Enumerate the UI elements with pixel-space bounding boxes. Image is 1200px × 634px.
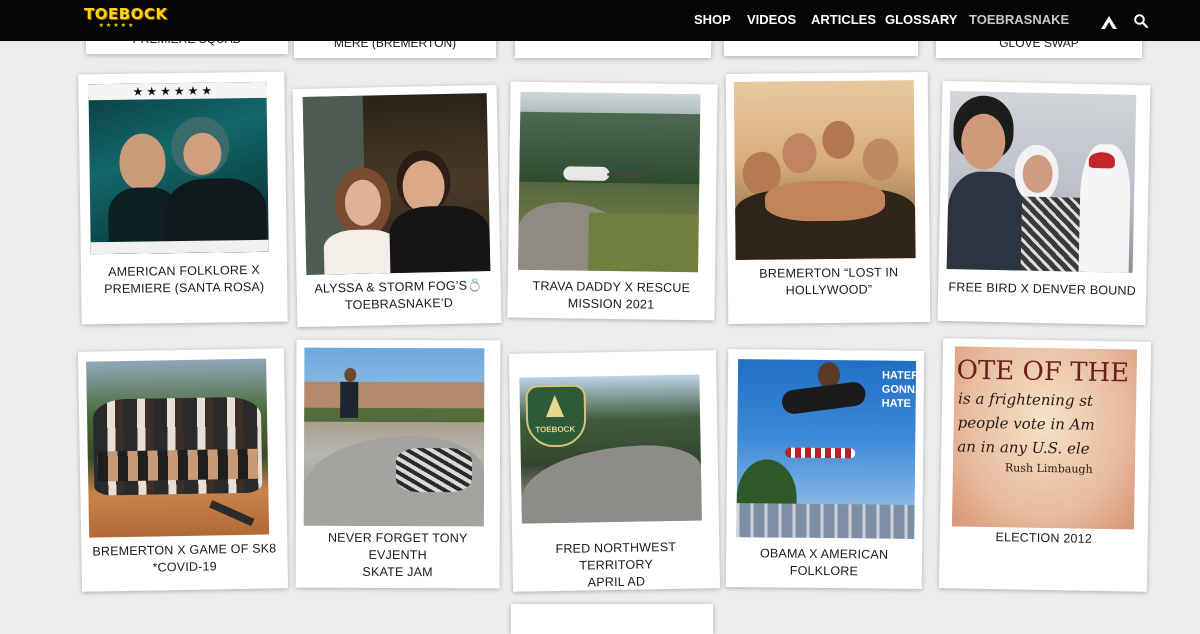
photo-text: Rush Limbaugh xyxy=(1004,461,1093,476)
photo-text: an in any U.S. ele xyxy=(957,437,1090,458)
photo-text: HATERS xyxy=(881,369,917,383)
post-photo[interactable] xyxy=(946,91,1137,273)
post-caption: BREMERTON X GAME OF SK8 *COVID-19 xyxy=(92,541,277,575)
post-caption: OBAMA X AMERICAN FOLKLORE xyxy=(759,546,889,579)
post-card[interactable]: NEVER FORGET TONY EVJENTH SKATE JAM xyxy=(295,339,501,589)
post-photo[interactable]: HATERS GONNA HATE xyxy=(736,359,917,539)
badge-text: TOEBOCK xyxy=(535,424,576,435)
logo-text: TOEBOCK xyxy=(84,5,168,23)
post-card[interactable]: OTE OF THE is a frightening st people vo… xyxy=(938,338,1152,592)
post-caption: NEVER FORGET TONY EVJENTH SKATE JAM xyxy=(327,530,468,580)
post-photo[interactable] xyxy=(86,358,270,538)
search-icon[interactable] xyxy=(1133,13,1151,31)
nav-glossary[interactable]: GLOSSARY xyxy=(885,12,957,28)
post-photo[interactable]: OTE OF THE is a frightening st people vo… xyxy=(951,346,1138,530)
post-caption: ELECTION 2012 xyxy=(995,530,1093,546)
site-header: TOEBOCK ★★★★★ SHOP VIDEOS ARTICLES GLOSS… xyxy=(0,0,1200,41)
post-photo[interactable] xyxy=(518,91,701,273)
nav-articles[interactable]: ARTICLES xyxy=(811,12,876,28)
post-caption: FRED NORTHWEST TERRITORY APRIL AD xyxy=(555,539,677,590)
photo-text: HATE xyxy=(881,397,911,410)
photo-stars: ★★★★★★ xyxy=(132,83,216,99)
photo-text: GONNA xyxy=(881,383,917,397)
photo-text: OTE OF THE xyxy=(956,355,1130,389)
post-photo[interactable]: TOEBOCK xyxy=(519,374,702,524)
logo-stars: ★★★★★ xyxy=(98,23,136,29)
post-caption: BREMERTON “LOST IN HOLLYWOOD” xyxy=(759,265,899,298)
nav-shop[interactable]: SHOP xyxy=(694,12,731,28)
post-caption: TRAVA DADDY X RESCUE MISSION 2021 xyxy=(532,278,691,312)
mountain-icon[interactable] xyxy=(1100,13,1118,31)
nav-toebrasnake[interactable]: TOEBRASNAKE xyxy=(969,12,1069,28)
post-card[interactable]: FREE BIRD X DENVER BOUND xyxy=(937,80,1151,326)
photo-text: people vote in Am xyxy=(957,413,1095,434)
site-logo[interactable]: TOEBOCK ★★★★★ xyxy=(84,5,168,31)
post-card[interactable]: ★★★★★★ AMERICAN FOLKLORE X PREMIERE (SANT… xyxy=(78,71,288,325)
post-card[interactable]: BREMERTON X GAME OF SK8 *COVID-19 xyxy=(77,348,289,592)
nav-videos[interactable]: VIDEOS xyxy=(747,12,796,28)
post-caption: FREE BIRD X DENVER BOUND xyxy=(948,280,1137,298)
photo-text: is a frightening st xyxy=(957,389,1094,410)
post-card[interactable]: TRAVA DADDY X RESCUE MISSION 2021 xyxy=(507,81,718,321)
post-photo[interactable]: ★★★★★★ xyxy=(88,81,269,255)
post-card[interactable]: HATERS GONNA HATE OBAMA X AMERICAN FOLKL… xyxy=(725,348,925,590)
post-card-partial[interactable] xyxy=(511,604,713,634)
post-caption: AMERICAN FOLKLORE X PREMIERE (SANTA ROSA) xyxy=(104,262,265,297)
post-photo[interactable] xyxy=(733,80,916,260)
post-caption: ALYSSA & STORM FOG’S💍 TOEBRASNAKE’D xyxy=(314,278,484,313)
post-card[interactable]: BREMERTON “LOST IN HOLLYWOOD” xyxy=(725,71,931,325)
post-photo[interactable] xyxy=(303,347,485,527)
post-photo[interactable] xyxy=(302,93,491,275)
post-card[interactable]: ALYSSA & STORM FOG’S💍 TOEBRASNAKE’D xyxy=(292,84,502,328)
post-card[interactable]: TOEBOCK FRED NORTHWEST TERRITORY APRIL AD xyxy=(508,350,721,592)
